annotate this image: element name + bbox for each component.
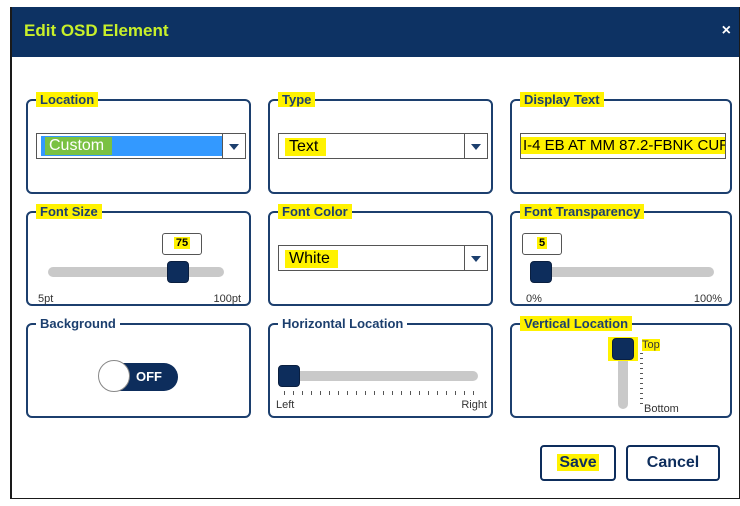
display-text-legend: Display Text (520, 92, 604, 107)
chevron-down-icon[interactable] (222, 134, 245, 158)
dialog-titlebar: Edit OSD Element × (12, 7, 739, 57)
horizontal-location-thumb[interactable] (278, 365, 300, 387)
font-color-value: White (285, 250, 338, 268)
background-toggle[interactable]: OFF (98, 360, 178, 392)
font-transparency-track[interactable] (530, 267, 714, 277)
display-text-panel: Display Text I-4 EB AT MM 87.2-FBNK CUR (510, 92, 732, 194)
type-legend: Type (278, 92, 316, 107)
location-panel: Location Custom (26, 92, 251, 194)
chevron-down-icon[interactable] (464, 134, 487, 158)
vertical-location-panel: Vertical Location Top Bottom (510, 316, 732, 418)
toggle-knob (98, 360, 130, 392)
vertical-location-top-label: Top (642, 339, 660, 351)
font-transparency-max-label: 100% (693, 293, 722, 305)
font-size-track[interactable] (48, 267, 224, 277)
font-transparency-value: 5 (536, 237, 548, 249)
location-value: Custom (45, 137, 113, 155)
font-size-min-label: 5pt (38, 293, 54, 305)
font-transparency-legend: Font Transparency (520, 204, 645, 219)
font-transparency-min-label: 0% (526, 293, 542, 305)
horizontal-location-max-label: Right (461, 399, 487, 411)
font-size-value: 75 (173, 237, 191, 249)
font-color-select[interactable]: White (278, 245, 488, 271)
location-select[interactable]: Custom (36, 133, 246, 159)
font-size-panel: Font Size 75 5pt 100pt (26, 204, 251, 306)
display-text-value: I-4 EB AT MM 87.2-FBNK CUR (521, 137, 725, 154)
location-legend: Location (36, 92, 99, 107)
font-color-panel: Font Color White (268, 204, 493, 306)
chevron-down-icon[interactable] (464, 246, 487, 270)
background-legend: Background (36, 316, 120, 331)
save-button[interactable]: Save (540, 445, 616, 481)
horizontal-location-min-label: Left (276, 399, 295, 411)
dialog-title: Edit OSD Element (24, 21, 169, 40)
type-select[interactable]: Text (278, 133, 488, 159)
font-size-thumb[interactable] (167, 261, 189, 283)
save-button-label: Save (557, 454, 599, 471)
font-transparency-tooltip: 5 (522, 233, 562, 255)
horizontal-location-legend: Horizontal Location (278, 316, 408, 331)
font-transparency-thumb[interactable] (530, 261, 552, 283)
font-size-max-label: 100pt (213, 293, 241, 305)
font-color-legend: Font Color (278, 204, 352, 219)
font-transparency-panel: Font Transparency 5 0% 100% (510, 204, 732, 306)
toggle-label: OFF (136, 369, 162, 384)
horizontal-location-panel: Horizontal Location Left Right (268, 316, 493, 418)
cancel-button[interactable]: Cancel (626, 445, 720, 481)
close-icon[interactable]: × (722, 22, 731, 40)
cancel-button-label: Cancel (646, 454, 700, 471)
type-panel: Type Text (268, 92, 493, 194)
vertical-location-legend: Vertical Location (520, 316, 633, 331)
font-size-tooltip: 75 (162, 233, 202, 255)
background-panel: Background OFF (26, 316, 251, 418)
vertical-location-thumb[interactable] (612, 338, 634, 360)
vertical-location-ticks (640, 353, 643, 407)
font-size-legend: Font Size (36, 204, 102, 219)
type-value: Text (285, 138, 327, 156)
vertical-location-bottom-label: Bottom (644, 403, 679, 415)
horizontal-location-track[interactable] (280, 371, 478, 381)
horizontal-location-ticks (284, 391, 480, 395)
display-text-input[interactable]: I-4 EB AT MM 87.2-FBNK CUR (520, 133, 726, 159)
edit-osd-dialog: Edit OSD Element × Location Custom Type … (10, 7, 740, 499)
